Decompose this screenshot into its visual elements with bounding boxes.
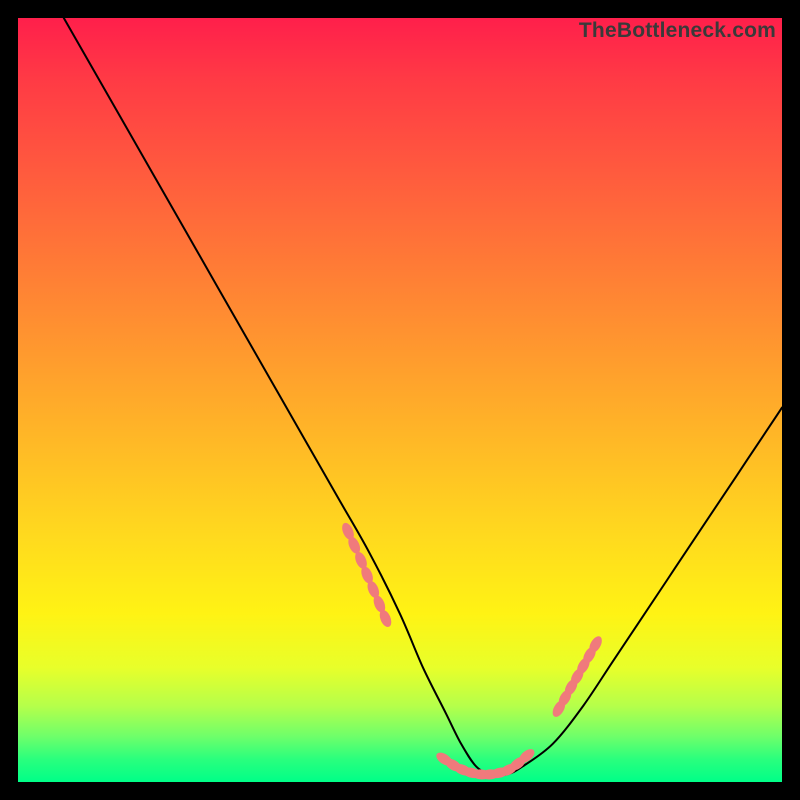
chart-svg xyxy=(18,18,782,782)
bead-layer xyxy=(340,521,605,780)
bottleneck-curve-path xyxy=(64,18,782,775)
chart-frame: TheBottleneck.com xyxy=(18,18,782,782)
